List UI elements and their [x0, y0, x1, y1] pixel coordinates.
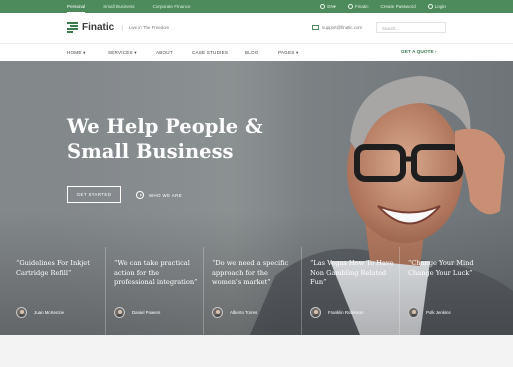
- login-link[interactable]: Login: [427, 4, 446, 9]
- create-password-link[interactable]: Create Password: [381, 4, 416, 9]
- hero-section: We Help People & Small Business GET STAR…: [0, 61, 513, 335]
- language-selector[interactable]: EN ▾: [320, 4, 336, 10]
- testimonial-card[interactable]: “Do we need a specific approach for the …: [204, 247, 301, 335]
- top-bar: Personal Small Business Corporate Financ…: [0, 0, 513, 13]
- chevron-down-icon: ▾: [134, 50, 137, 55]
- testimonial-card[interactable]: “Guidelines For Inkjet Cartridge Refill”…: [8, 247, 105, 335]
- email-text: support@finatic.com: [322, 25, 363, 30]
- tagline: Live in The Freedom: [122, 25, 169, 31]
- testimonial-author: Franklin Robinson: [310, 307, 363, 318]
- play-icon: [136, 191, 144, 199]
- chevron-down-icon: ▾: [83, 50, 86, 55]
- author-name: Polk Jenkins: [426, 310, 451, 315]
- location-label: Finatic: [354, 4, 369, 9]
- topbar-link-personal[interactable]: Personal: [67, 4, 86, 13]
- email-link[interactable]: support@finatic.com: [312, 25, 362, 30]
- get-quote-label: GET A QUOTE: [401, 50, 434, 55]
- header: Finatic Live in The Freedom support@fina…: [0, 13, 513, 44]
- divider: [203, 247, 204, 335]
- who-we-are-video-link[interactable]: WHO WE ARE: [131, 191, 182, 199]
- author-name: Franklin Robinson: [328, 310, 364, 315]
- nav-item-home[interactable]: HOME ▾: [67, 50, 86, 56]
- user-icon: [427, 4, 433, 9]
- topbar-link-small-business[interactable]: Small Business: [103, 4, 134, 9]
- divider: [301, 247, 302, 335]
- testimonial-quote: “Guidelines For Inkjet Cartridge Refill”: [16, 259, 90, 277]
- avatar: [16, 307, 27, 318]
- author-name: Juan McKenzie: [34, 310, 65, 315]
- logo[interactable]: Finatic: [67, 22, 114, 33]
- nav-item-blog[interactable]: BLOG: [245, 50, 259, 55]
- testimonial-strip: “Guidelines For Inkjet Cartridge Refill”…: [8, 247, 505, 335]
- hero-headline: We Help People & Small Business: [67, 114, 263, 164]
- testimonial-author: Polk Jenkins: [408, 307, 451, 318]
- page: Personal Small Business Corporate Financ…: [0, 0, 513, 367]
- testimonial-quote: “Change Your Mind Change Your Luck”: [408, 259, 474, 277]
- testimonial-card[interactable]: “Change Your Mind Change Your Luck” Polk…: [400, 247, 497, 335]
- avatar: [408, 307, 419, 318]
- chevron-down-icon: ▾: [295, 50, 299, 55]
- get-quote-link[interactable]: GET A QUOTE ›: [401, 50, 437, 55]
- testimonial-author: Juan McKenzie: [16, 307, 64, 318]
- avatar: [212, 307, 223, 318]
- testimonial-card[interactable]: “We can take practical action for the pr…: [106, 247, 203, 335]
- avatar: [114, 307, 125, 318]
- nav-item-case-studies[interactable]: CASE STUDIES: [192, 50, 228, 55]
- map-pin-icon: [347, 4, 353, 9]
- nav-item-pages[interactable]: PAGES ▾: [278, 50, 299, 56]
- globe-icon: [320, 4, 326, 9]
- location-link[interactable]: Finatic: [347, 4, 369, 9]
- nav-item-label: SERVICES: [108, 50, 133, 55]
- get-started-button[interactable]: GET STARTED: [67, 186, 121, 203]
- divider: [399, 247, 400, 335]
- testimonial-quote: “Las Vegas How To Have Non Gambling Rela…: [310, 259, 394, 287]
- chevron-down-icon: ▾: [333, 3, 336, 9]
- nav-item-about[interactable]: ABOUT: [156, 50, 173, 55]
- topbar-link-corporate-finance[interactable]: Corporate Finance: [153, 4, 191, 9]
- envelope-icon: [312, 25, 319, 30]
- hero-headline-line-2: Small Business: [67, 140, 234, 163]
- nav-item-label: PAGES: [278, 50, 295, 55]
- nav-item-label: HOME: [67, 50, 82, 55]
- testimonial-quote: “We can take practical action for the pr…: [114, 259, 198, 287]
- search-input[interactable]: Search...: [376, 22, 446, 33]
- avatar: [310, 307, 321, 318]
- testimonial-author: Daniel Powers: [114, 307, 160, 318]
- hero-headline-line-1: We Help People &: [67, 115, 263, 138]
- testimonial-quote: “Do we need a specific approach for the …: [212, 259, 289, 287]
- divider: [105, 247, 106, 335]
- nav-item-services[interactable]: SERVICES ▾: [108, 50, 137, 56]
- arrow-right-icon: ›: [435, 50, 437, 55]
- author-name: Daniel Powers: [132, 310, 161, 315]
- who-we-are-label: WHO WE ARE: [149, 192, 183, 198]
- login-label: Login: [434, 4, 446, 9]
- testimonial-author: Alberto Torres: [212, 307, 257, 318]
- topbar-right: EN ▾ Finatic Create Password Login: [308, 0, 446, 13]
- logo-icon: [67, 22, 78, 33]
- logo-text: Finatic: [82, 22, 115, 33]
- author-name: Alberto Torres: [230, 310, 258, 315]
- testimonial-card[interactable]: “Las Vegas How To Have Non Gambling Rela…: [302, 247, 399, 335]
- main-nav: HOME ▾ SERVICES ▾ ABOUT CASE STUDIES BLO…: [0, 44, 513, 61]
- page-below-fold: [0, 335, 513, 367]
